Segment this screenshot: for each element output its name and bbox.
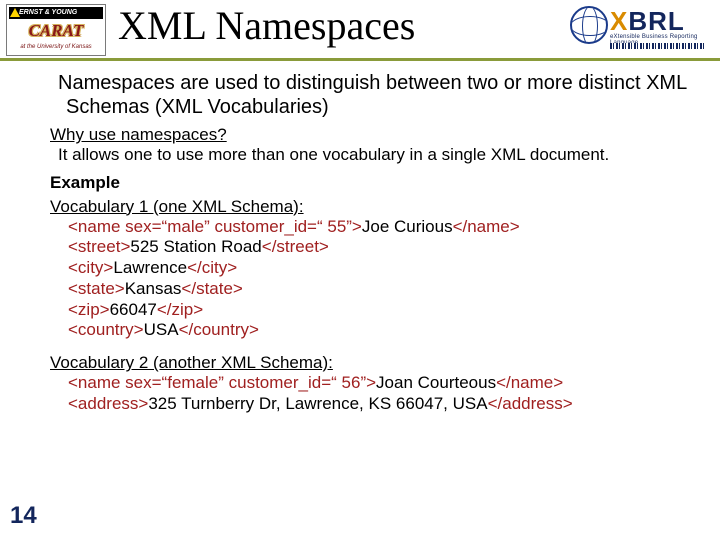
ey-text: ERNST & YOUNG [19, 9, 77, 16]
vocab2-heading: Vocabulary 2 (another XML Schema): [50, 353, 700, 373]
why-heading: Why use namespaces? [50, 125, 700, 145]
vocab1-heading: Vocabulary 1 (one XML Schema): [50, 197, 700, 217]
code-line: <name sex=“female” customer_id=“ 56”>Joa… [68, 373, 700, 394]
ey-triangle-icon [10, 8, 20, 17]
carat-text: CARAT [9, 20, 103, 41]
code-line: <zip>66047</zip> [68, 300, 700, 321]
code-line: <street>525 Station Road</street> [68, 237, 700, 258]
carat-tagline: at the University of Kansas [9, 42, 103, 53]
globe-icon [570, 6, 608, 44]
code-line: <state>Kansas</state> [68, 279, 700, 300]
slide-body: Namespaces are used to distinguish betwe… [50, 72, 700, 415]
code-line: <address>325 Turnberry Dr, Lawrence, KS … [68, 394, 700, 415]
code-line: <name sex=“male” customer_id=“ 55”>Joe C… [68, 217, 700, 238]
divider [0, 58, 720, 61]
code-line: <city>Lawrence</city> [68, 258, 700, 279]
xbrl-logo: XBRL eXtensible Business Reporting Langu… [570, 6, 710, 50]
barcode-icon [610, 43, 705, 49]
vocab2-code: <name sex=“female” customer_id=“ 56”>Joa… [68, 373, 700, 414]
slide-title: XML Namespaces [118, 2, 415, 49]
slide: ERNST & YOUNG CARAT at the University of… [0, 0, 720, 540]
carat-logo: ERNST & YOUNG CARAT at the University of… [6, 4, 106, 56]
code-line: <country>USA</country> [68, 320, 700, 341]
vocab1-code: <name sex=“male” customer_id=“ 55”>Joe C… [68, 217, 700, 341]
intro-text: Namespaces are used to distinguish betwe… [50, 72, 700, 119]
why-body: It allows one to use more than one vocab… [50, 145, 700, 165]
ey-brand: ERNST & YOUNG [9, 7, 103, 19]
slide-number: 14 [10, 502, 37, 530]
example-label: Example [50, 173, 700, 193]
xbrl-text: XBRL [610, 6, 685, 37]
